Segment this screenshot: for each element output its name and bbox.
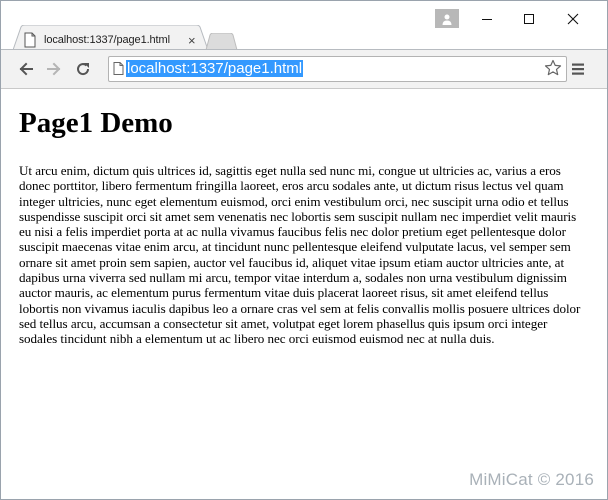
url-text[interactable]: localhost:1337/page1.html <box>126 60 304 77</box>
watermark: MiMiCat © 2016 <box>469 470 594 489</box>
title-bar: localhost:1337/page1.html × <box>1 1 607 50</box>
page-icon <box>113 62 124 75</box>
browser-window: localhost:1337/page1.html × localhost:13… <box>0 0 608 500</box>
tab-content[interactable]: localhost:1337/page1.html × <box>23 30 203 50</box>
hamburger-menu-icon[interactable] <box>571 62 585 76</box>
maximize-icon[interactable] <box>508 5 550 33</box>
new-tab-button[interactable] <box>204 33 238 50</box>
page-icon <box>24 32 36 48</box>
minimize-icon[interactable] <box>466 5 508 33</box>
tab-close-icon[interactable]: × <box>188 34 196 47</box>
address-bar[interactable]: localhost:1337/page1.html <box>108 56 567 82</box>
tab-title: localhost:1337/page1.html <box>44 34 170 46</box>
reload-icon[interactable] <box>72 58 94 80</box>
browser-toolbar: localhost:1337/page1.html <box>1 49 607 89</box>
page-heading: Page1 Demo <box>19 107 173 139</box>
bookmark-star-icon[interactable] <box>544 59 562 77</box>
page-content: Page1 Demo Ut arcu enim, dictum quis ult… <box>1 89 607 499</box>
forward-arrow-icon[interactable] <box>43 58 65 80</box>
user-profile-icon[interactable] <box>435 9 459 28</box>
close-icon[interactable] <box>552 5 594 33</box>
body-paragraph: Ut arcu enim, dictum quis ultrices id, s… <box>19 163 581 347</box>
back-arrow-icon[interactable] <box>15 58 37 80</box>
